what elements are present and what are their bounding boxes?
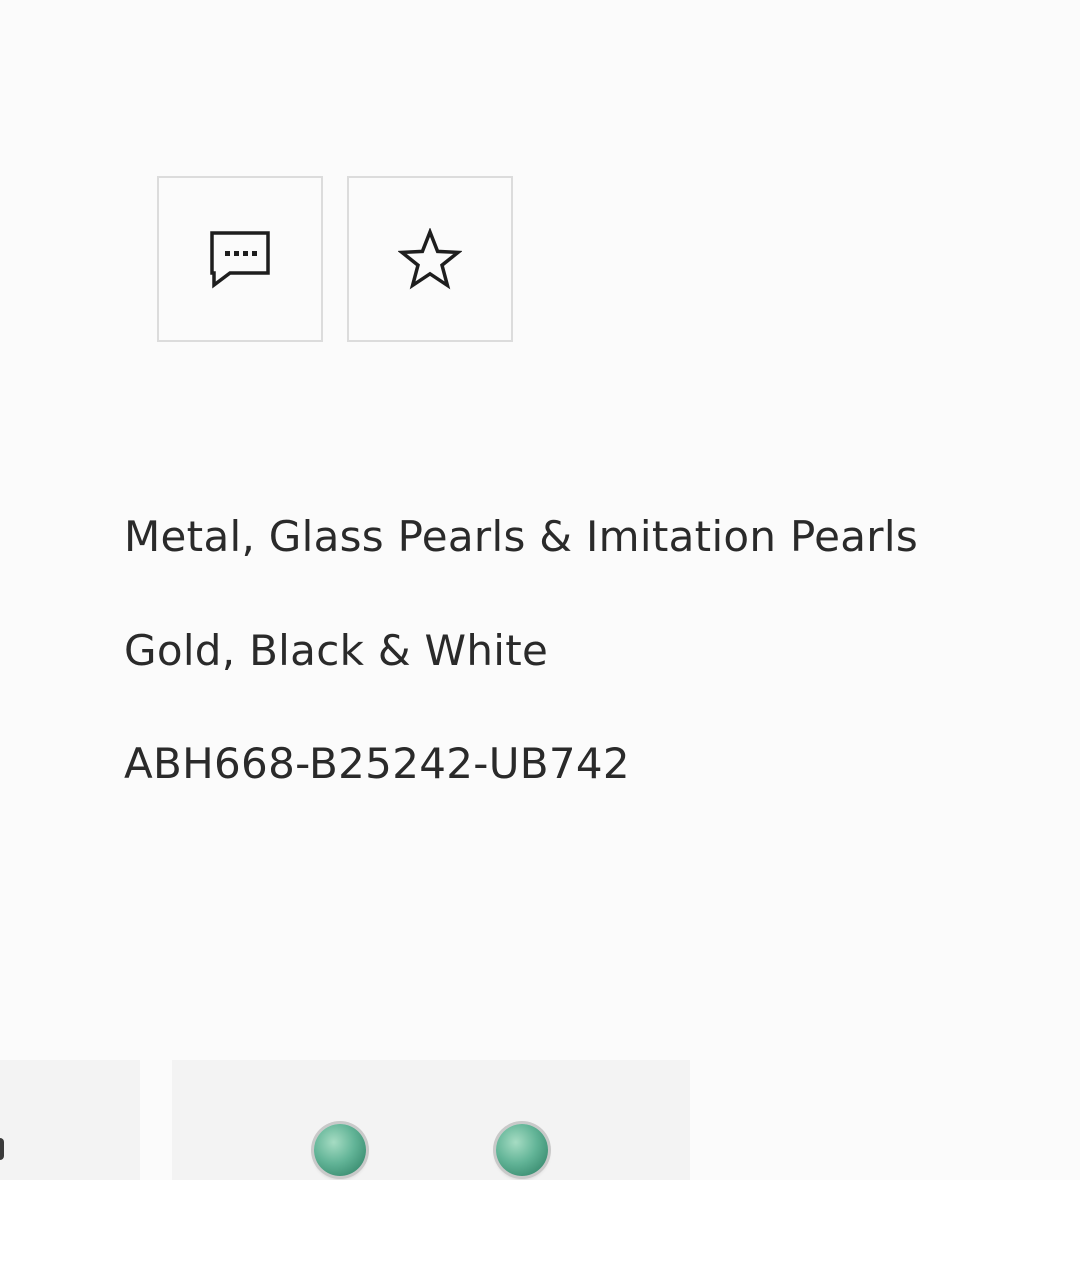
green-stone-earring-image (314, 1124, 366, 1176)
product-material: Metal, Glass Pearls & Imitation Pearls (124, 512, 918, 561)
wishlist-button[interactable] (347, 176, 513, 342)
product-thumbnail[interactable] (0, 1060, 140, 1180)
chat-bubble-icon (210, 231, 270, 289)
product-thumbnail[interactable] (172, 1060, 690, 1180)
product-thumbnail-strip (0, 1060, 1080, 1180)
star-icon (398, 228, 462, 290)
product-color: Gold, Black & White (124, 626, 549, 675)
product-reference: ABH668-B25242-UB742 (124, 739, 630, 788)
contact-button[interactable] (157, 176, 323, 342)
green-stone-earring-image (496, 1124, 548, 1176)
product-edge-detail (0, 1138, 4, 1160)
